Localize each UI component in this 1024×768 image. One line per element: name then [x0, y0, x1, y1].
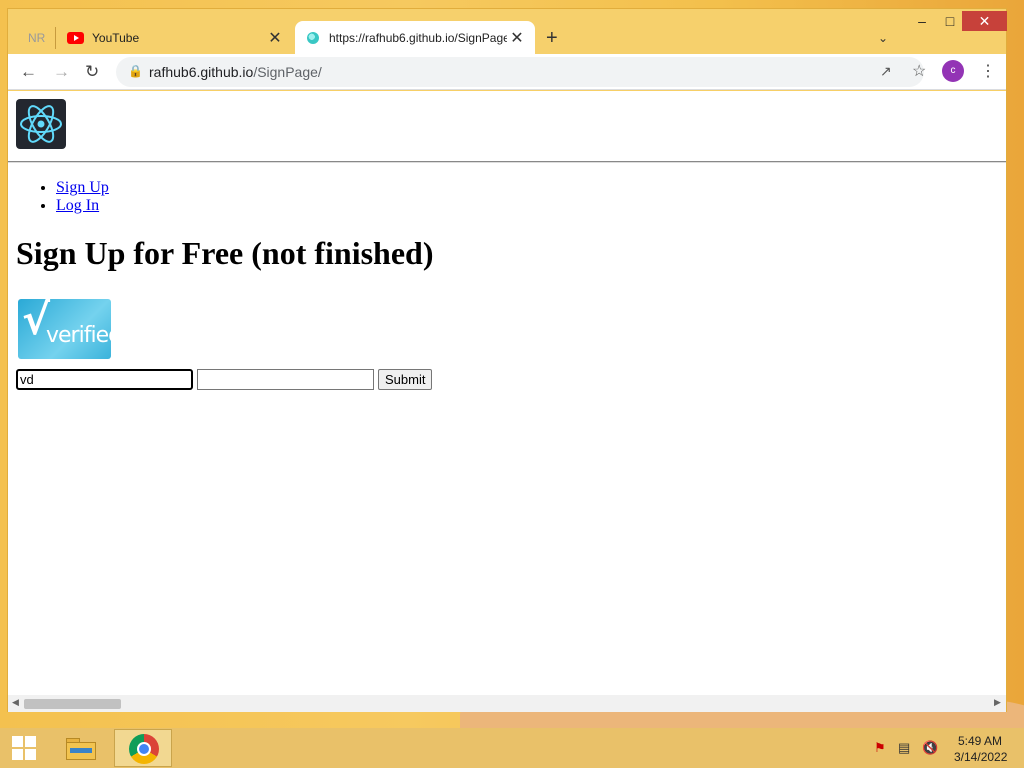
page-title: Sign Up for Free (not finished): [16, 235, 434, 271]
address-bar[interactable]: 🔒 rafhub6.github.io/SignPage/ ↗ ☆: [116, 57, 926, 87]
text-field-2[interactable]: [197, 369, 374, 390]
kebab-menu-icon[interactable]: ⋮: [980, 61, 996, 81]
network-icon[interactable]: ▤: [898, 740, 910, 756]
signup-form: Submit: [16, 369, 433, 390]
tab-label: YouTube: [92, 30, 140, 45]
log-in-link[interactable]: Log In: [56, 197, 99, 214]
lock-icon[interactable]: 🔒: [128, 64, 143, 78]
bookmark-star-icon[interactable]: ☆: [912, 61, 926, 81]
globe-icon: [307, 31, 319, 44]
forward-arrow-icon[interactable]: →: [53, 62, 70, 82]
back-arrow-icon[interactable]: ←: [20, 62, 37, 82]
tab-separator: [55, 27, 56, 49]
file-explorer-icon[interactable]: [64, 734, 98, 762]
profile-avatar[interactable]: c: [942, 60, 964, 82]
page-viewport: Sign Up Log In Sign Up for Free (not fin…: [8, 91, 1006, 695]
url-text[interactable]: rafhub6.github.io/SignPage/: [149, 64, 322, 80]
volume-muted-icon[interactable]: 🔇: [922, 740, 938, 756]
clock-time[interactable]: 5:49 AM: [958, 734, 1002, 748]
tab-strip: NR YouTube ✕ https://rafhub6.github.io/S…: [8, 9, 1007, 54]
sign-up-link[interactable]: Sign Up: [56, 179, 109, 196]
chrome-taskbar-button[interactable]: [114, 729, 172, 767]
verified-badge-image: √ verified: [18, 299, 111, 359]
windows-start-icon[interactable]: [12, 736, 36, 760]
chrome-icon: [129, 734, 159, 764]
text-field-1[interactable]: [16, 369, 193, 390]
tab-signpage[interactable]: https://rafhub6.github.io/SignPage/ ✕: [295, 21, 535, 54]
list-item: Sign Up: [56, 179, 109, 197]
share-icon[interactable]: ↗: [880, 63, 892, 80]
tab-youtube[interactable]: YouTube ✕: [63, 21, 293, 54]
reload-icon[interactable]: ↻: [85, 62, 99, 82]
new-tab-button[interactable]: +: [546, 27, 558, 50]
badge-label: verified: [46, 323, 111, 348]
divider: [8, 161, 1006, 163]
scroll-right-icon[interactable]: ▶: [994, 697, 1001, 708]
nav-list: Sign Up Log In: [56, 179, 109, 215]
browser-window: NR YouTube ✕ https://rafhub6.github.io/S…: [7, 8, 1007, 712]
horizontal-scrollbar[interactable]: ◀ ▶: [8, 695, 1006, 712]
close-tab-icon[interactable]: ✕: [265, 28, 285, 48]
tab-label: https://rafhub6.github.io/SignPage/: [329, 30, 507, 45]
tab-label: NR: [28, 30, 46, 45]
scroll-left-icon[interactable]: ◀: [12, 697, 19, 708]
tab-nr[interactable]: NR: [16, 21, 56, 54]
submit-button[interactable]: Submit: [378, 369, 433, 390]
clock-date[interactable]: 3/14/2022: [954, 750, 1007, 764]
taskbar: ⚑ ▤ 🔇 5:49 AM 3/14/2022: [0, 728, 1024, 768]
scrollbar-thumb[interactable]: [24, 699, 121, 709]
youtube-icon: [67, 31, 84, 44]
minimize-button[interactable]: –: [908, 11, 936, 31]
list-item: Log In: [56, 197, 109, 215]
close-tab-icon[interactable]: ✕: [507, 28, 527, 48]
maximize-button[interactable]: □: [936, 11, 964, 31]
react-logo: [16, 99, 66, 149]
tab-search-chevron-icon[interactable]: ⌄: [878, 31, 888, 45]
window-close-button[interactable]: ✕: [962, 11, 1007, 31]
action-center-flag-icon[interactable]: ⚑: [874, 740, 886, 756]
browser-toolbar: ← → ↻ 🔒 rafhub6.github.io/SignPage/ ↗ ☆ …: [8, 54, 1006, 90]
